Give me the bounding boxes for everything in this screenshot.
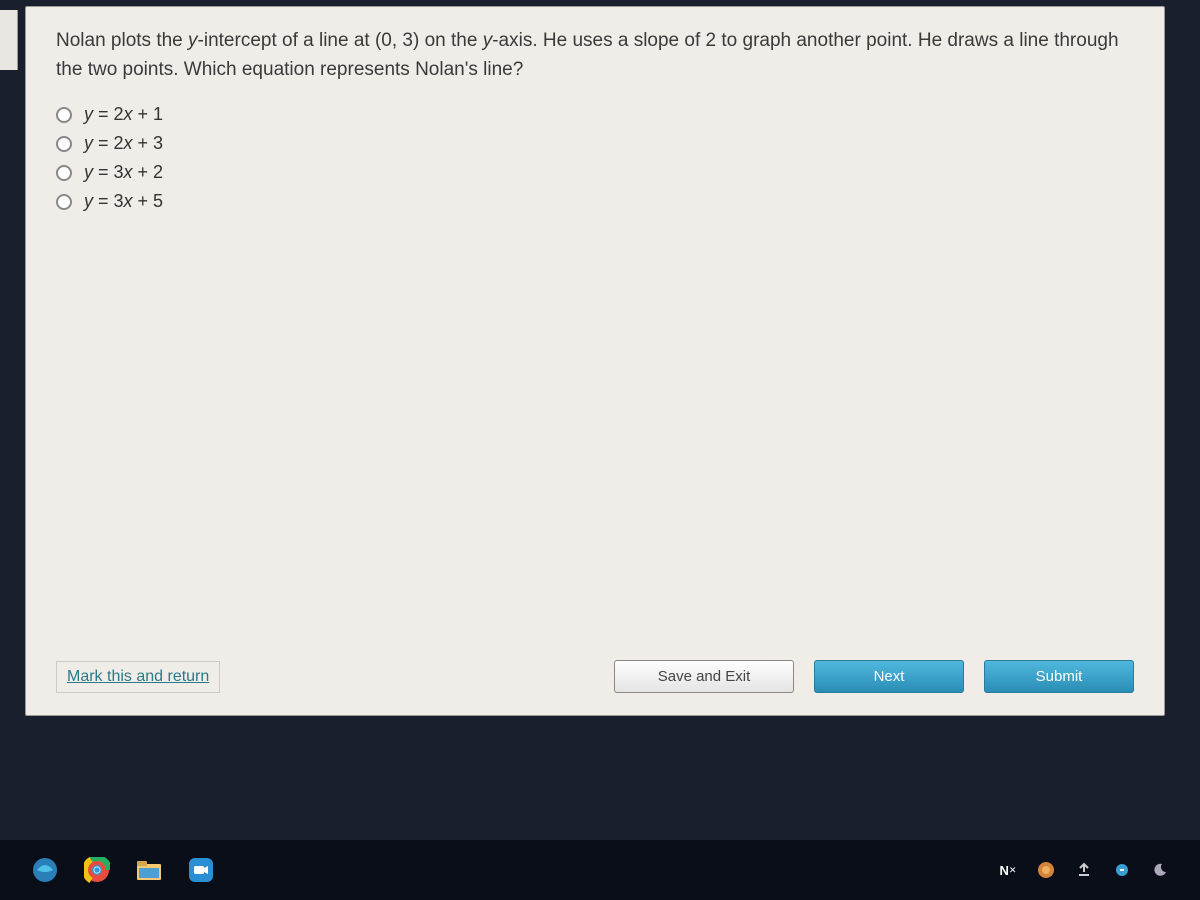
question-var: y: [483, 30, 493, 51]
bottom-bar: Mark this and return Save and Exit Next …: [26, 650, 1164, 715]
option-4[interactable]: y = 3x + 5: [56, 191, 1134, 212]
taskbar: N✕: [0, 840, 1200, 900]
mark-and-return-link[interactable]: Mark this and return: [56, 661, 220, 693]
question-part: Nolan plots the: [56, 30, 188, 51]
radio-icon[interactable]: [56, 136, 72, 152]
option-text: = 2: [93, 133, 124, 153]
security-tray-icon[interactable]: [1036, 860, 1056, 880]
option-1[interactable]: y = 2x + 1: [56, 104, 1134, 125]
system-tray: N✕: [998, 860, 1170, 880]
submit-button[interactable]: Submit: [984, 660, 1134, 693]
option-3[interactable]: y = 3x + 2: [56, 162, 1134, 183]
option-3-label: y = 3x + 2: [84, 162, 163, 183]
update-tray-icon[interactable]: [1074, 860, 1094, 880]
option-text: = 3: [93, 191, 124, 211]
options-group: y = 2x + 1 y = 2x + 3 y = 3x + 2 y = 3x …: [56, 104, 1134, 212]
file-explorer-icon[interactable]: [134, 855, 164, 885]
option-text: + 1: [133, 104, 164, 124]
radio-icon[interactable]: [56, 194, 72, 210]
radio-icon[interactable]: [56, 107, 72, 123]
quiz-panel: Nolan plots the y-intercept of a line at…: [25, 6, 1165, 716]
camera-app-icon[interactable]: [186, 855, 216, 885]
option-text: + 3: [133, 133, 164, 153]
question-var: y: [188, 30, 198, 51]
question-part: -intercept of a line at (0, 3) on the: [198, 30, 483, 51]
status-tray-icon[interactable]: [1112, 860, 1132, 880]
option-var: y: [84, 191, 93, 211]
chrome-browser-icon[interactable]: [82, 855, 112, 885]
option-2[interactable]: y = 2x + 3: [56, 133, 1134, 154]
norton-tray-icon[interactable]: N✕: [998, 860, 1018, 880]
option-2-label: y = 2x + 3: [84, 133, 163, 154]
option-text: + 2: [133, 162, 164, 182]
edge-browser-icon[interactable]: [30, 855, 60, 885]
option-var: y: [84, 133, 93, 153]
option-text: = 2: [93, 104, 124, 124]
radio-icon[interactable]: [56, 165, 72, 181]
option-1-label: y = 2x + 1: [84, 104, 163, 125]
option-var: x: [124, 162, 133, 182]
question-text: Nolan plots the y-intercept of a line at…: [56, 27, 1134, 84]
left-edge-tab: [0, 10, 18, 70]
option-var: x: [124, 191, 133, 211]
option-4-label: y = 3x + 5: [84, 191, 163, 212]
question-area: Nolan plots the y-intercept of a line at…: [26, 7, 1164, 650]
save-and-exit-button[interactable]: Save and Exit: [614, 660, 794, 693]
norton-label: N: [1000, 863, 1009, 878]
option-var: x: [124, 104, 133, 124]
option-text: = 3: [93, 162, 124, 182]
option-text: + 5: [133, 191, 164, 211]
moon-tray-icon[interactable]: [1150, 860, 1170, 880]
option-var: y: [84, 104, 93, 124]
next-button[interactable]: Next: [814, 660, 964, 693]
option-var: y: [84, 162, 93, 182]
option-var: x: [124, 133, 133, 153]
